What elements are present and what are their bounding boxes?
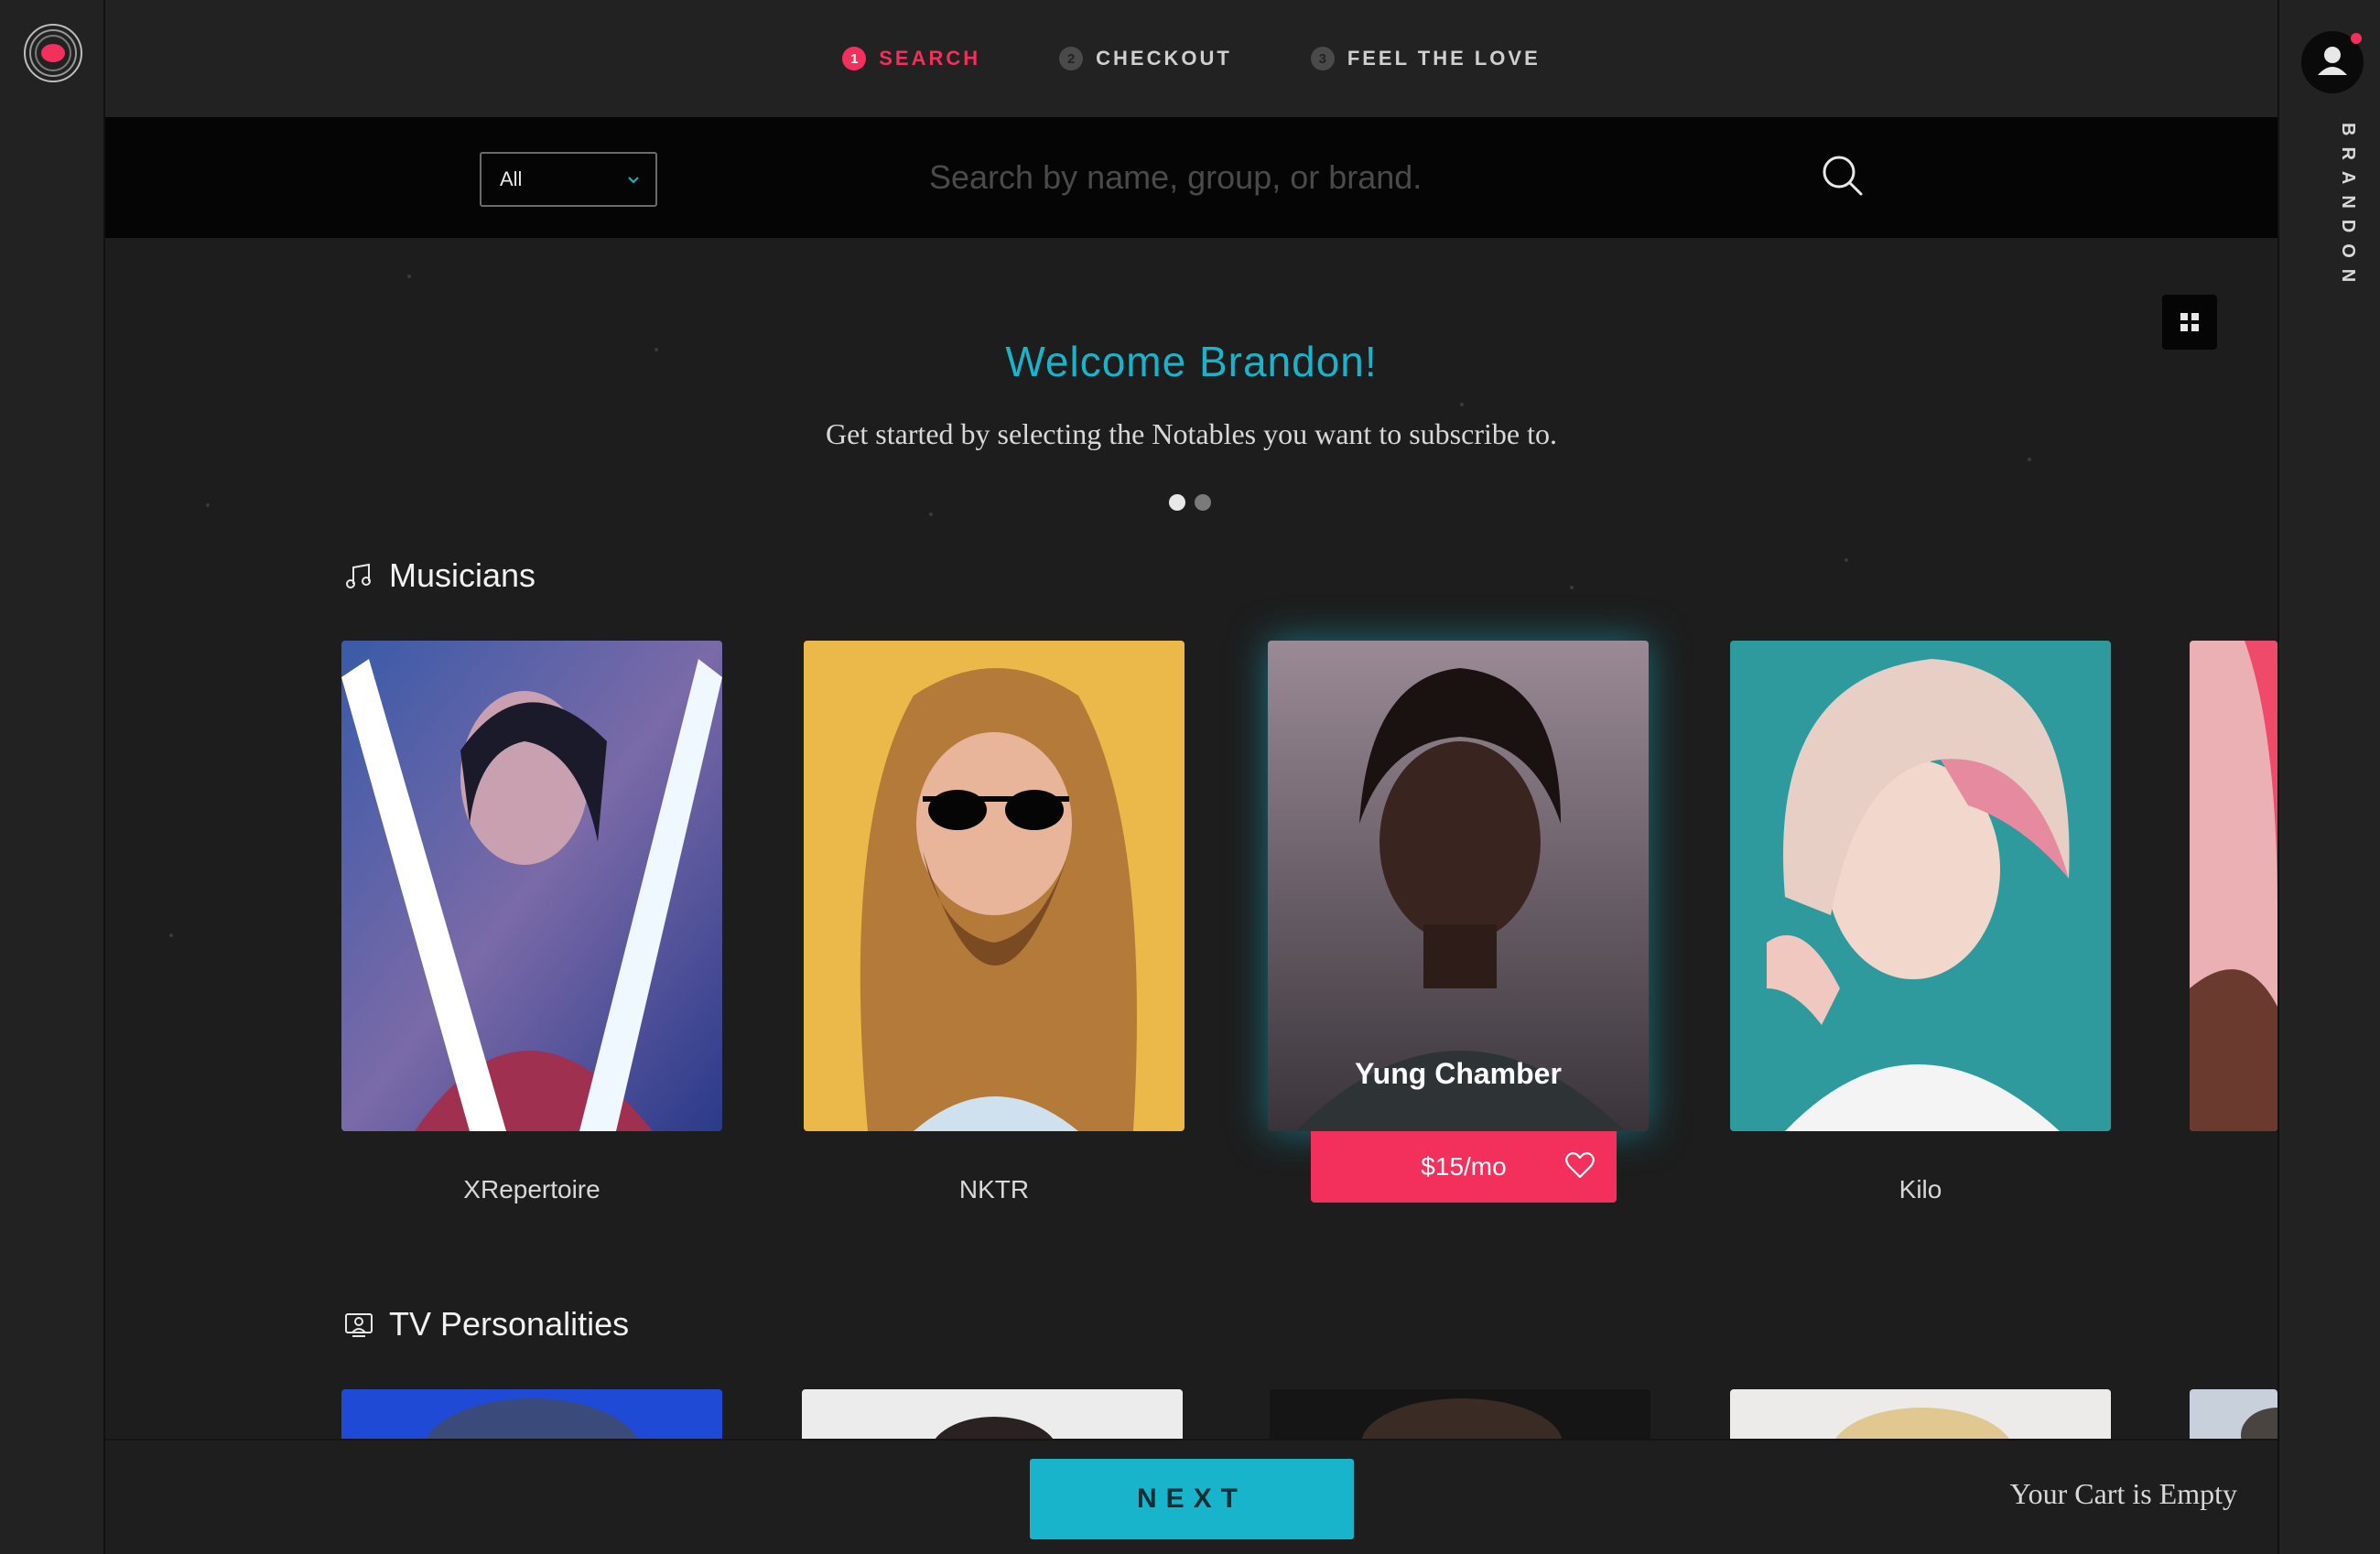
step-number: 2: [1059, 47, 1084, 70]
step-label: FEEL THE LOVE: [1347, 47, 1541, 70]
carousel-dot[interactable]: [1195, 494, 1211, 511]
musician-name: XRepertoire: [463, 1175, 600, 1203]
subscribe-price-button[interactable]: $15/mo: [1311, 1131, 1617, 1203]
tv-card[interactable]: [802, 1389, 1183, 1439]
category-select[interactable]: All: [480, 152, 657, 207]
musician-card-nktr[interactable]: [804, 641, 1185, 1131]
cart-status[interactable]: Your Cart is Empty: [2010, 1477, 2237, 1511]
tv-card[interactable]: [2190, 1389, 2277, 1439]
tv-card[interactable]: [1730, 1389, 2111, 1439]
tv-photo: [2241, 1408, 2277, 1439]
price-label: $15/mo: [1421, 1152, 1507, 1181]
tv-photo: [426, 1398, 638, 1439]
musician-card-kilo[interactable]: [1730, 641, 2111, 1131]
section-title-tv-personalities: TV Personalities: [343, 1305, 629, 1344]
logo-icon[interactable]: [22, 22, 84, 84]
welcome-subtitle: Get started by selecting the Notables yo…: [826, 417, 1557, 450]
step-checkout[interactable]: 2 CHECKOUT: [1059, 47, 1232, 70]
musician-photo: [341, 641, 722, 1131]
musician-card-partial[interactable]: [2190, 641, 2277, 1131]
next-button[interactable]: NEXT: [1030, 1459, 1354, 1539]
card-overlay-name: Yung Chamber: [1355, 1057, 1562, 1090]
musician-photo: [804, 641, 1185, 1131]
musician-card-xrepertoire[interactable]: [341, 641, 722, 1131]
welcome-title: Welcome Brandon!: [1005, 338, 1378, 385]
category-select-value: All: [500, 167, 523, 190]
search-bar: All: [105, 117, 2277, 238]
tv-photo: [1361, 1398, 1563, 1439]
tv-card[interactable]: [341, 1389, 722, 1439]
step-label: CHECKOUT: [1096, 47, 1232, 70]
notification-dot: [2351, 33, 2362, 44]
search-icon[interactable]: [1817, 150, 1868, 201]
carousel-dot[interactable]: [1169, 494, 1185, 511]
carousel-dots: [1169, 494, 1211, 511]
left-rail: [0, 0, 105, 1554]
right-rail: BRANDON: [2277, 0, 2380, 1554]
chevron-down-icon: [628, 177, 639, 184]
music-note-icon: [346, 563, 371, 588]
musician-name: NKTR: [958, 1175, 1030, 1203]
musician-name: Kilo: [1899, 1175, 1942, 1203]
section-title-musicians: Musicians: [343, 556, 536, 595]
step-number: 1: [842, 47, 867, 70]
main-content: Welcome Brandon! Get started by selectin…: [105, 238, 2277, 1439]
tv-photo: [935, 1417, 1054, 1439]
tv-card[interactable]: [1270, 1389, 1650, 1439]
step-search[interactable]: 1 SEARCH: [842, 47, 980, 70]
section-label: TV Personalities: [389, 1305, 630, 1343]
musician-photo: [1730, 641, 2111, 1131]
musician-photo: [2190, 641, 2277, 1131]
tv-photo: [1835, 1408, 2009, 1439]
step-label: SEARCH: [879, 47, 981, 70]
step-number: 3: [1310, 47, 1335, 70]
user-name[interactable]: BRANDON: [2307, 123, 2358, 293]
checkout-steps: 1 SEARCH 2 CHECKOUT 3 FEEL THE LOVE: [105, 0, 2277, 117]
musician-card-yung-chamber[interactable]: Yung Chamber: [1268, 641, 1649, 1131]
bottom-bar: NEXT Your Cart is Empty: [105, 1439, 2277, 1554]
tv-icon: [345, 1313, 373, 1337]
search-input[interactable]: [929, 149, 1753, 206]
step-feel-the-love[interactable]: 3 FEEL THE LOVE: [1310, 47, 1541, 70]
heart-icon[interactable]: [1563, 1149, 1596, 1182]
section-label: Musicians: [389, 556, 536, 594]
